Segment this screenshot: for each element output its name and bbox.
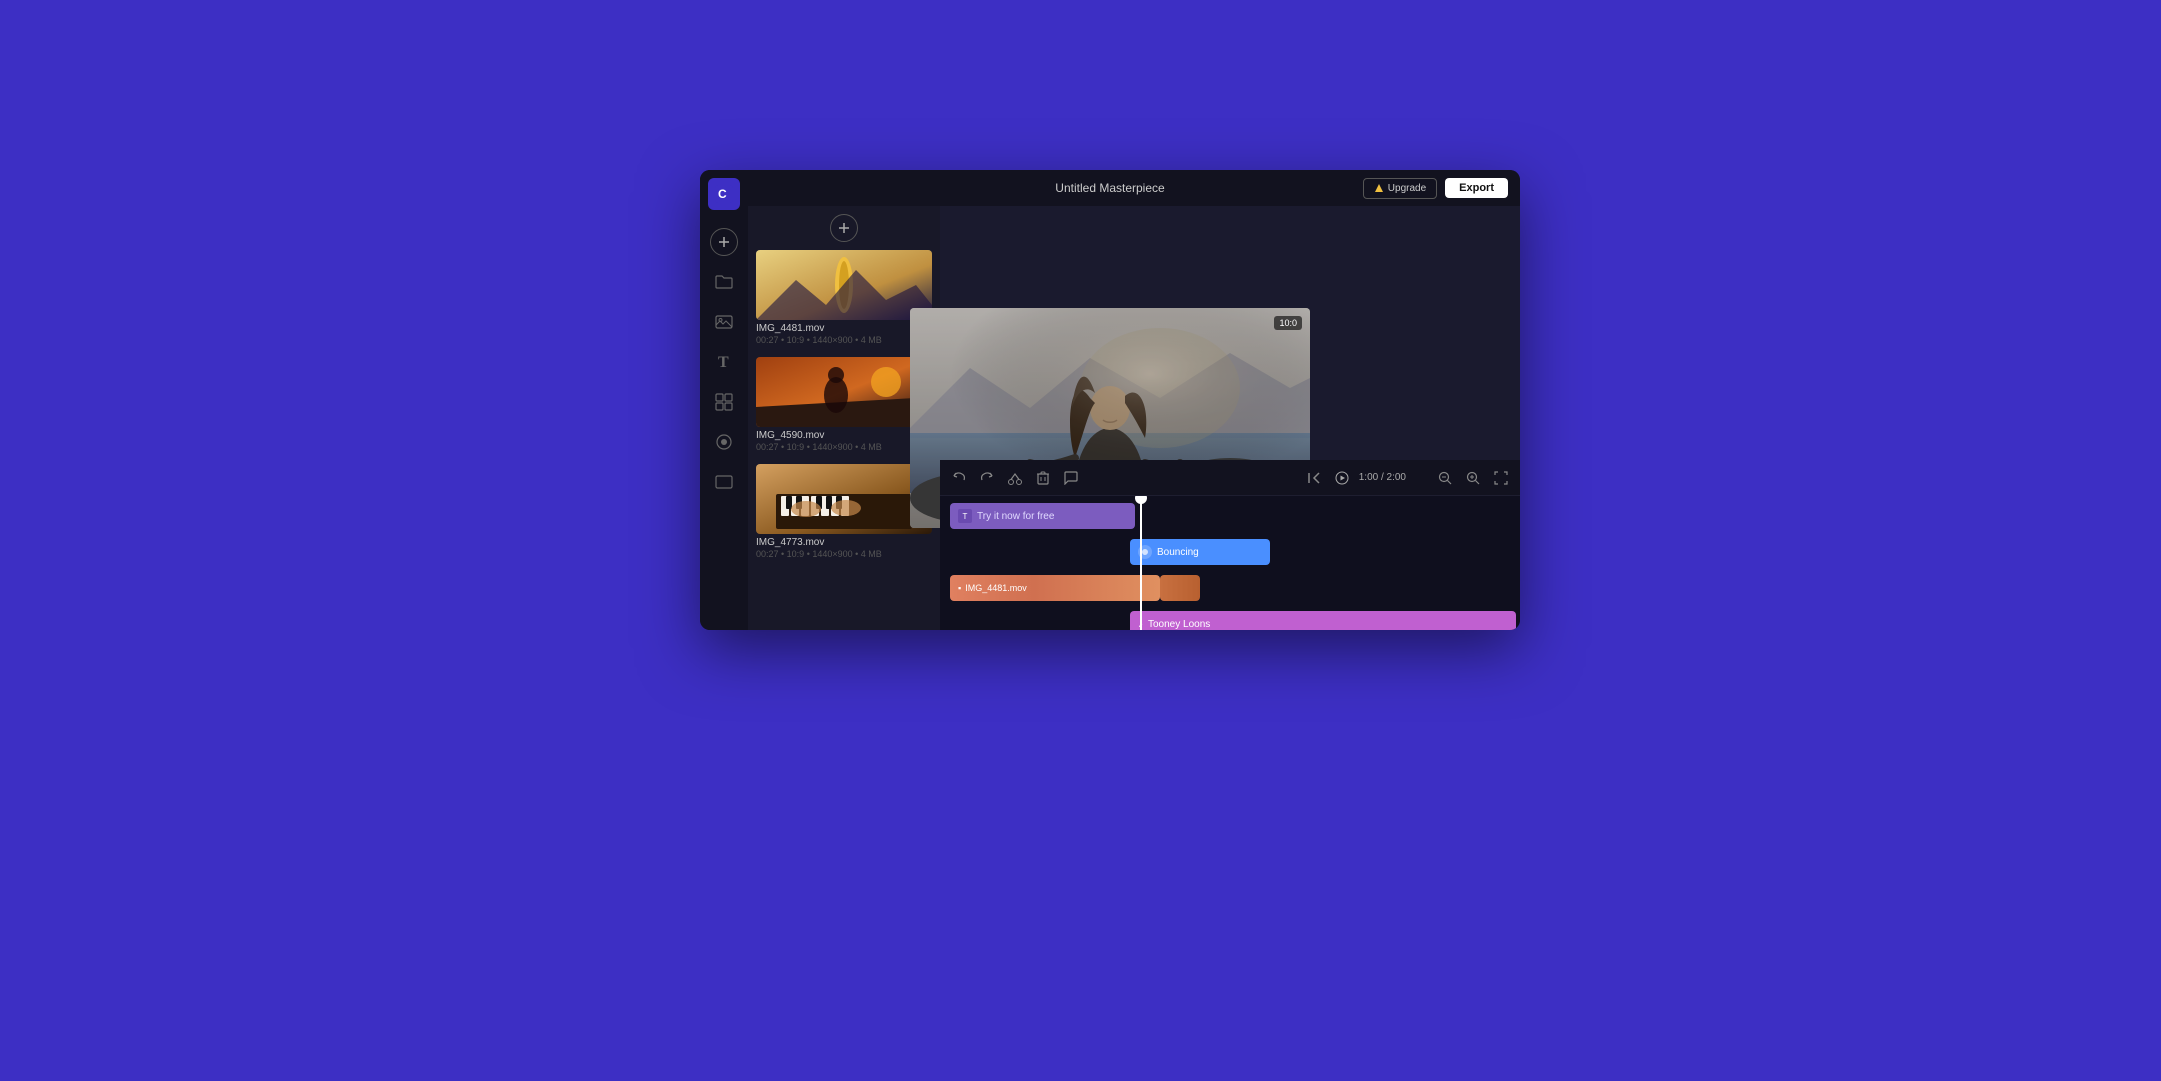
upgrade-button[interactable]: Upgrade xyxy=(1363,178,1437,199)
timeline-controls: 1:00 / 2:00 xyxy=(940,460,1520,496)
comment-button[interactable] xyxy=(1060,467,1082,489)
track-text: T Try it now for free xyxy=(940,500,1520,532)
app-logo: C xyxy=(708,178,740,210)
track-effect: Bouncing xyxy=(940,536,1520,568)
header-right: Upgrade Export xyxy=(1363,178,1508,199)
overlay-icon[interactable] xyxy=(708,466,740,498)
text-icon[interactable]: T xyxy=(708,346,740,378)
undo-button[interactable] xyxy=(948,467,970,489)
folder-icon[interactable] xyxy=(708,266,740,298)
audio-label: Tooney Loons xyxy=(1148,619,1210,630)
video-clip-label: IMG_4481.mov xyxy=(965,583,1027,593)
track-video: ▪ IMG_4481.mov xyxy=(940,572,1520,604)
svg-text:C: C xyxy=(718,187,727,201)
delete-button[interactable] xyxy=(1032,467,1054,489)
video-clip-extra[interactable] xyxy=(1160,575,1200,601)
app-window: C T xyxy=(700,170,1520,630)
svg-text:T: T xyxy=(718,354,729,371)
fullscreen-button[interactable] xyxy=(1490,467,1512,489)
text-clip-label: Try it now for free xyxy=(977,511,1054,522)
audio-clip[interactable]: ♪ Tooney Loons xyxy=(1130,611,1516,630)
playhead[interactable] xyxy=(1140,496,1142,630)
image-icon[interactable] xyxy=(708,306,740,338)
template-icon[interactable] xyxy=(708,386,740,418)
rewind-button[interactable] xyxy=(1303,467,1325,489)
time-display: 1:00 / 2:00 xyxy=(1359,472,1406,483)
video-clip-icon: ▪ xyxy=(958,583,961,593)
cut-button[interactable] xyxy=(1004,467,1026,489)
redo-button[interactable] xyxy=(976,467,998,489)
sidebar: C T xyxy=(700,170,748,630)
text-clip-icon: T xyxy=(958,509,972,523)
export-button[interactable]: Export xyxy=(1445,178,1508,198)
timeline-tracks: T Try it now for free Bouncing xyxy=(940,496,1520,630)
bouncing-label: Bouncing xyxy=(1157,547,1199,558)
bouncing-clip[interactable]: Bouncing xyxy=(1130,539,1270,565)
timeline-area: 1:00 / 2:00 xyxy=(940,460,1520,630)
track-audio: ♪ Tooney Loons xyxy=(940,608,1520,630)
play-button[interactable] xyxy=(1331,467,1353,489)
zoom-out-button[interactable] xyxy=(1434,467,1456,489)
time-badge: 10:0 xyxy=(1274,316,1302,330)
video-clip-main[interactable]: ▪ IMG_4481.mov xyxy=(950,575,1160,601)
preview-header: Untitled Masterpiece Upgrade Export xyxy=(700,170,1520,206)
record-icon[interactable] xyxy=(708,426,740,458)
text-clip[interactable]: T Try it now for free xyxy=(950,503,1135,529)
add-button[interactable] xyxy=(708,226,740,258)
zoom-in-button[interactable] xyxy=(1462,467,1484,489)
project-title: Untitled Masterpiece xyxy=(1055,181,1164,195)
